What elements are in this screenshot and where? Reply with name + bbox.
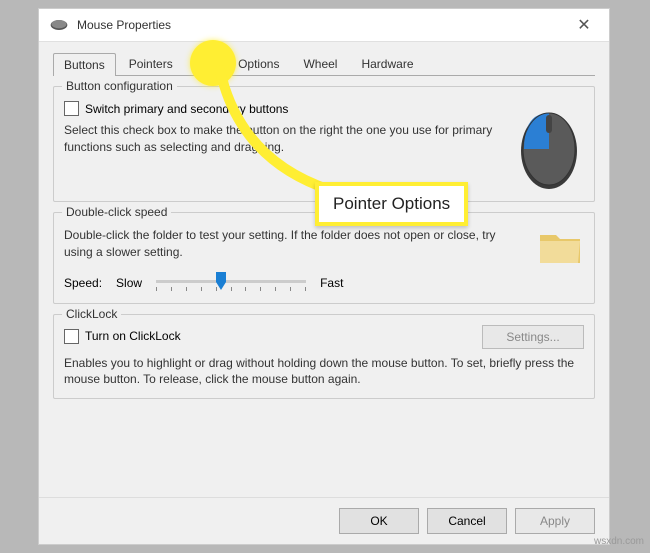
slow-label: Slow — [116, 276, 142, 290]
apply-button[interactable]: Apply — [515, 508, 595, 534]
tabs: Buttons Pointers Pointer Options Wheel H… — [53, 52, 595, 76]
dialog-buttons: OK Cancel Apply — [39, 497, 609, 544]
folder-icon[interactable] — [536, 227, 584, 267]
tab-wheel[interactable]: Wheel — [292, 52, 348, 75]
switch-buttons-label: Switch primary and secondary buttons — [85, 102, 288, 116]
button-config-desc: Select this check box to make the button… — [64, 122, 502, 156]
tab-pointers[interactable]: Pointers — [118, 52, 184, 75]
cancel-button[interactable]: Cancel — [427, 508, 507, 534]
mouse-illustration — [514, 101, 584, 191]
group-title: Button configuration — [62, 79, 177, 93]
clicklock-desc: Enables you to highlight or drag without… — [64, 355, 584, 389]
slider-thumb-icon — [214, 272, 228, 292]
double-click-group: Double-click speed Double-click the fold… — [53, 212, 595, 304]
mouse-icon — [49, 18, 69, 32]
button-config-group: Button configuration Switch primary and … — [53, 86, 595, 202]
clicklock-settings-button[interactable]: Settings... — [482, 325, 584, 349]
watermark: wsxdn.com — [594, 536, 644, 547]
ok-button[interactable]: OK — [339, 508, 419, 534]
switch-buttons-checkbox[interactable] — [64, 101, 79, 116]
dialog-content: Buttons Pointers Pointer Options Wheel H… — [39, 42, 609, 497]
titlebar: Mouse Properties ✕ — [39, 9, 609, 42]
tab-hardware[interactable]: Hardware — [350, 52, 424, 75]
tab-pointer-options[interactable]: Pointer Options — [186, 52, 291, 75]
clicklock-group: ClickLock Turn on ClickLock Settings... … — [53, 314, 595, 400]
clicklock-label: Turn on ClickLock — [85, 329, 181, 343]
speed-label: Speed: — [64, 276, 102, 290]
group-title: ClickLock — [62, 307, 121, 321]
group-title: Double-click speed — [62, 205, 171, 219]
mouse-properties-dialog: Mouse Properties ✕ Buttons Pointers Poin… — [38, 8, 610, 545]
close-button[interactable]: ✕ — [569, 15, 599, 35]
fast-label: Fast — [320, 276, 343, 290]
clicklock-checkbox[interactable] — [64, 329, 79, 344]
tab-buttons[interactable]: Buttons — [53, 53, 116, 76]
double-click-desc: Double-click the folder to test your set… — [64, 227, 516, 261]
speed-slider[interactable] — [156, 273, 306, 293]
window-title: Mouse Properties — [77, 18, 569, 32]
